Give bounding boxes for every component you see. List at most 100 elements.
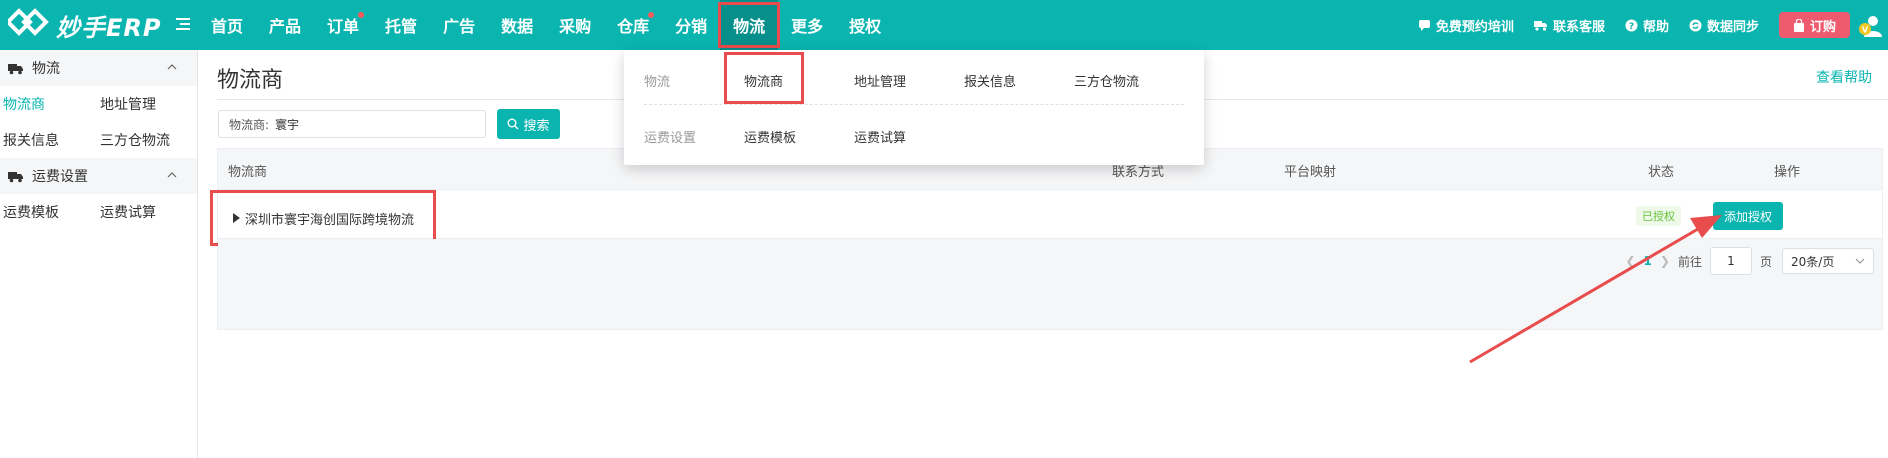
view-help-link[interactable]: 查看帮助 — [1816, 67, 1872, 87]
truck-icon — [8, 63, 23, 74]
order-button[interactable]: 订购 — [1778, 12, 1850, 38]
svg-text:V: V — [1862, 26, 1869, 35]
nav-item-hosting[interactable]: 托管 — [372, 0, 430, 50]
nav-item-authorization[interactable]: 授权 — [836, 0, 894, 50]
dropdown-row-freight: 运费设置 运费模板 运费试算 — [644, 112, 1184, 160]
page-number-input[interactable]: 1 — [1709, 247, 1752, 275]
brand-name: 妙手ERP — [56, 13, 162, 42]
nav-label: 产品 — [269, 17, 302, 36]
nav-item-purchase[interactable]: 采购 — [546, 0, 604, 50]
nav-label: 仓库 — [617, 17, 650, 36]
nav-label: 分销 — [675, 17, 708, 36]
dropdown-item-3pl[interactable]: 三方仓物流 — [1074, 71, 1184, 90]
help-link[interactable]: ? 帮助 — [1625, 16, 1669, 35]
carrier-name-cell[interactable]: 深圳市寰宇海创国际跨境物流 — [210, 190, 436, 246]
current-page[interactable]: 1 — [1644, 254, 1652, 268]
sidebar-row: 报关信息 三方仓物流 — [0, 122, 197, 158]
dropdown-item-address[interactable]: 地址管理 — [854, 71, 964, 90]
logo-icon — [8, 8, 49, 36]
column-header-carrier: 物流商 — [228, 165, 268, 180]
data-sync-link[interactable]: 数据同步 — [1689, 16, 1759, 35]
chevron-up-icon — [167, 172, 177, 178]
sync-label: 数据同步 — [1706, 19, 1759, 35]
sidebar-item-3pl[interactable]: 三方仓物流 — [97, 130, 194, 150]
page-unit-label: 页 — [1759, 254, 1772, 269]
search-button[interactable]: 搜索 — [497, 109, 560, 139]
training-link[interactable]: 免费预约培训 — [1418, 16, 1514, 35]
nav-label: 广告 — [443, 17, 476, 36]
page-size-value: 20条/页 — [1791, 254, 1835, 269]
top-right-actions: 免费预约培训 联系客服 ? 帮助 数据同步 订购 V — [1418, 0, 1888, 50]
next-page-icon[interactable]: ❯ — [1660, 254, 1670, 268]
add-authorization-button[interactable]: 添加授权 — [1713, 202, 1783, 230]
nav-item-logistics[interactable]: 物流 — [718, 0, 781, 50]
nav-label: 更多 — [791, 17, 824, 36]
dropdown-item-customs[interactable]: 报关信息 — [964, 71, 1074, 90]
dropdown-item-freight-template[interactable]: 运费模板 — [744, 127, 854, 146]
expand-triangle-icon[interactable] — [233, 213, 240, 223]
nav-item-warehouse[interactable]: 仓库 — [604, 0, 662, 50]
sidebar-item-customs[interactable]: 报关信息 — [0, 130, 97, 150]
sidebar-group-logistics[interactable]: 物流 — [0, 50, 197, 86]
nav-item-order[interactable]: 订单 — [314, 0, 372, 50]
sidebar-item-freight-calc[interactable]: 运费试算 — [97, 202, 194, 222]
customer-service-link[interactable]: 联系客服 — [1533, 16, 1605, 35]
carrier-table: 物流商 联系方式 平台映射 状态 操作 深圳市寰宇海创国际跨境物流 已授权 添加… — [210, 148, 1883, 330]
column-header-status: 状态 — [1648, 165, 1675, 180]
nav-item-more[interactable]: 更多 — [778, 0, 836, 50]
sidebar-group-title: 物流 — [32, 61, 60, 77]
goto-label: 前往 — [1677, 254, 1702, 269]
sidebar-group-freight[interactable]: 运费设置 — [0, 158, 197, 194]
dropdown-item-freight-calc[interactable]: 运费试算 — [854, 127, 964, 146]
nav-item-home[interactable]: 首页 — [198, 0, 256, 50]
truck-icon — [1533, 21, 1547, 31]
nav-label: 首页 — [211, 17, 244, 36]
bag-icon — [1793, 18, 1804, 32]
pagination: ❮ 1 ❯ 前往 1 页 20条/页 — [1617, 247, 1874, 275]
prev-page-icon[interactable]: ❮ — [1625, 254, 1635, 268]
nav-item-ads[interactable]: 广告 — [430, 0, 488, 50]
page-size-select[interactable]: 20条/页 — [1782, 248, 1874, 274]
nav-item-product[interactable]: 产品 — [256, 0, 314, 50]
notification-dot — [358, 12, 365, 18]
training-label: 免费预约培训 — [1435, 19, 1514, 35]
page-title: 物流商 — [217, 68, 284, 93]
menu-toggle-icon[interactable] — [174, 15, 192, 33]
nav-label: 物流 — [733, 17, 766, 36]
nav-item-distribution[interactable]: 分销 — [662, 0, 720, 50]
notification-dot — [648, 12, 655, 18]
help-icon: ? — [1625, 19, 1638, 32]
nav-label: 托管 — [385, 17, 418, 36]
chevron-down-icon — [1855, 258, 1865, 264]
carrier-name: 深圳市寰宇海创国际跨境物流 — [245, 212, 415, 228]
sidebar-item-address[interactable]: 地址管理 — [97, 94, 194, 114]
service-label: 联系客服 — [1552, 19, 1605, 35]
top-navigation-bar: 妙手ERP 首页 产品 订单 托管 广告 数据 采购 仓库 分销 物流 更多 授… — [0, 0, 1888, 50]
chat-icon — [1418, 19, 1430, 31]
logistics-dropdown-menu: 物流 物流商 地址管理 报关信息 三方仓物流 运费设置 运费模板 运费试算 — [624, 50, 1204, 165]
search-button-label: 搜索 — [523, 118, 550, 134]
svg-text:?: ? — [1629, 22, 1634, 32]
sidebar-row: 运费模板 运费试算 — [0, 194, 197, 230]
nav-label: 授权 — [849, 17, 882, 36]
sidebar-row: 物流商 地址管理 — [0, 86, 197, 122]
sidebar-item-freight-template[interactable]: 运费模板 — [0, 202, 97, 222]
sidebar-group-title: 运费设置 — [32, 169, 88, 185]
user-avatar-icon[interactable]: V — [1858, 12, 1884, 38]
truck-icon — [8, 171, 23, 182]
brand-logo[interactable]: 妙手ERP — [8, 8, 161, 42]
carrier-search-input[interactable] — [275, 117, 426, 131]
status-badge: 已授权 — [1636, 206, 1681, 226]
dropdown-row-logistics: 物流 物流商 地址管理 报关信息 三方仓物流 — [644, 51, 1184, 105]
column-header-platform-mapping: 平台映射 — [1284, 165, 1337, 180]
main-nav: 首页 产品 订单 托管 广告 数据 采购 仓库 分销 物流 更多 授权 — [198, 0, 894, 50]
search-icon — [507, 118, 519, 130]
sync-icon — [1689, 19, 1702, 31]
table-row: 深圳市寰宇海创国际跨境物流 已授权 添加授权 — [210, 189, 1882, 246]
nav-label: 订单 — [327, 17, 360, 36]
nav-item-data[interactable]: 数据 — [488, 0, 546, 50]
dropdown-item-carrier[interactable]: 物流商 — [724, 51, 854, 104]
dropdown-group-label: 运费设置 — [644, 130, 697, 146]
sidebar-item-carrier[interactable]: 物流商 — [0, 94, 97, 114]
chevron-up-icon — [167, 64, 177, 70]
